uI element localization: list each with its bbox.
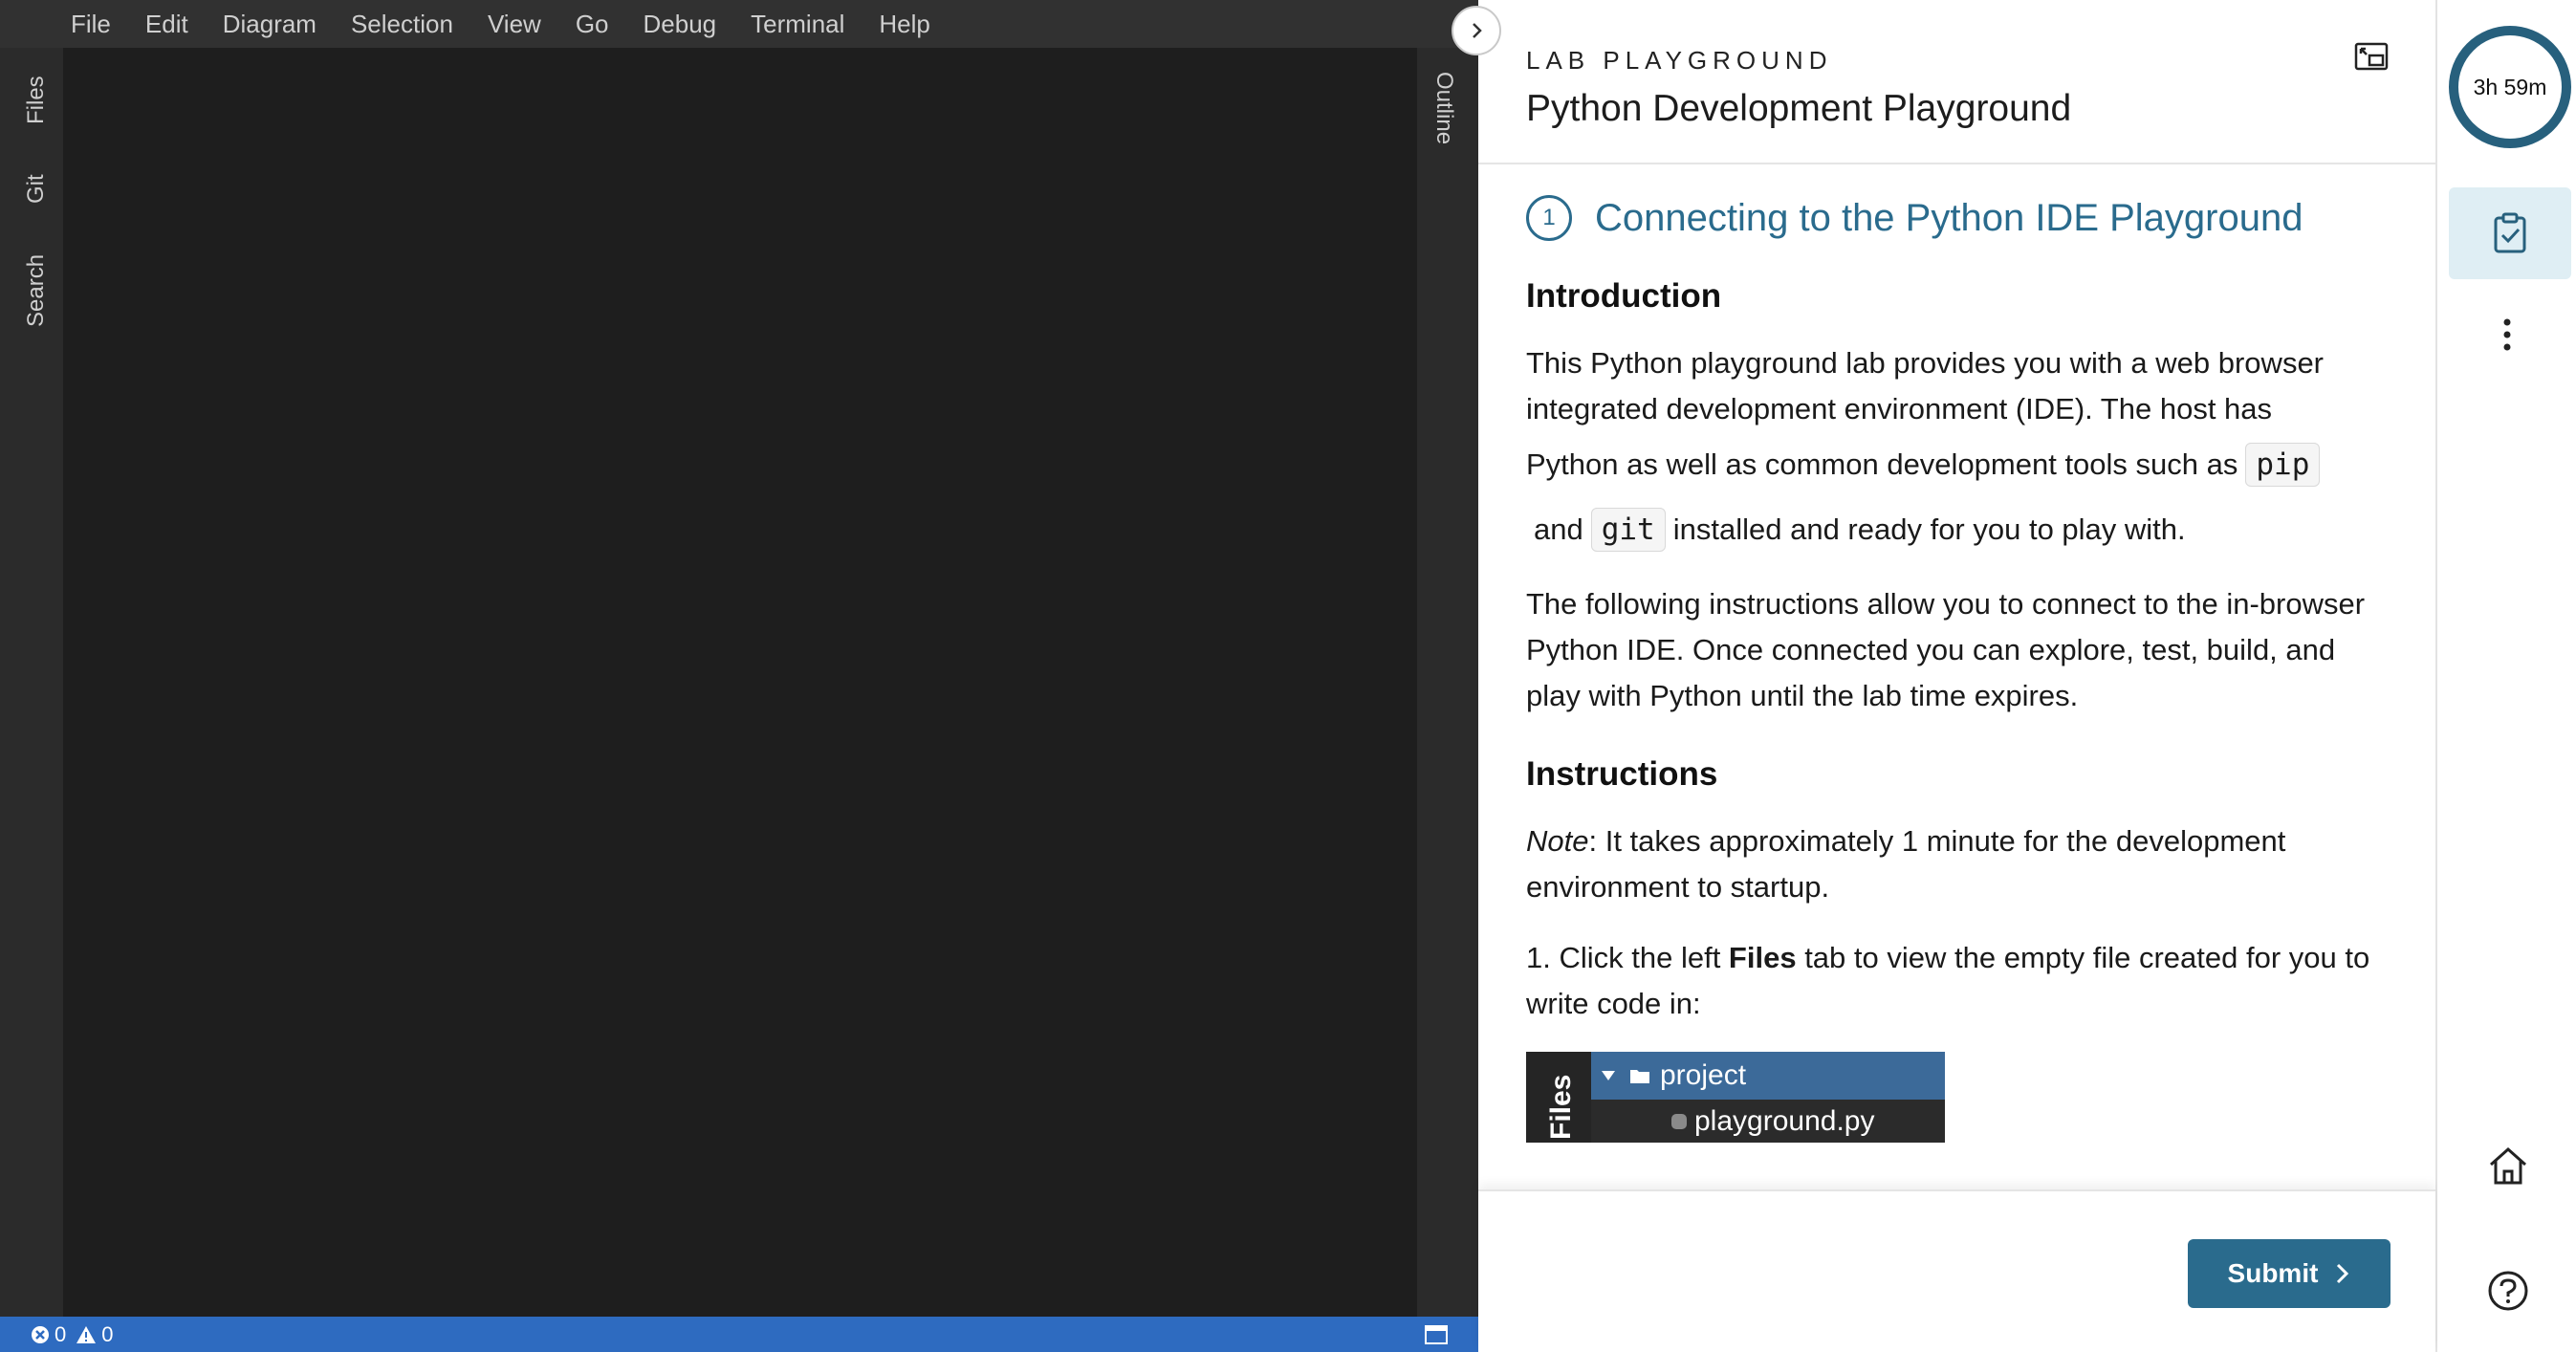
- introduction-heading: Introduction: [1526, 277, 1722, 315]
- chevron-right-icon: [1473, 23, 1482, 38]
- page-title: Python Development Playground: [1526, 88, 2072, 129]
- step-heading: 1 Connecting to the Python IDE Playgroun…: [1526, 195, 2388, 241]
- menu-debug[interactable]: Debug: [644, 10, 717, 39]
- warning-count[interactable]: 0: [76, 1321, 114, 1347]
- screenshot-files-label: Files: [1545, 1074, 1577, 1140]
- menu-edit[interactable]: Edit: [145, 10, 188, 39]
- tab-git[interactable]: Git: [23, 174, 50, 204]
- screenshot-file-row: playground.py: [1591, 1100, 1945, 1143]
- intro-paragraph-2: The following instructions allow you to …: [1526, 587, 2366, 712]
- intro-and: and: [1534, 512, 1583, 546]
- warning-icon: [76, 1325, 97, 1343]
- intro-line-3-row: Python as well as common development too…: [1526, 432, 2388, 497]
- screenshot-files-strip: Files: [1526, 1052, 1591, 1143]
- submit-label: Submit: [2227, 1258, 2319, 1288]
- right-rail: 3h 59m: [2437, 0, 2576, 1352]
- screenshot-file-name: playground.py: [1694, 1104, 1875, 1137]
- right-side-panel: [1417, 48, 1478, 1317]
- menu-diagram[interactable]: Diagram: [223, 10, 317, 39]
- ide-window: File Edit Diagram Selection View Go Debu…: [0, 0, 1478, 1352]
- intro-line-end: installed and ready for you to play with…: [1672, 512, 2186, 546]
- help-icon[interactable]: [2487, 1270, 2529, 1312]
- intro-line-3: Python as well as common development too…: [1526, 447, 2238, 481]
- code-pip: pip: [2245, 443, 2321, 487]
- intro-line-4-row: and git installed and ready for you to pla…: [1526, 497, 2388, 562]
- step1-bold: Files: [1728, 941, 1797, 974]
- menu-file[interactable]: File: [71, 10, 111, 39]
- menu-view[interactable]: View: [488, 10, 541, 39]
- lab-panel: LAB PLAYGROUND Python Development Playgr…: [1478, 0, 2437, 1352]
- more-options-button[interactable]: [2493, 316, 2521, 354]
- time-remaining-timer: 3h 59m: [2449, 26, 2571, 148]
- home-icon[interactable]: [2487, 1145, 2529, 1186]
- tab-files[interactable]: Files: [23, 76, 50, 124]
- screenshot-folder-name: project: [1660, 1059, 1747, 1091]
- step-number-badge: 1: [1526, 195, 1572, 241]
- instructions-heading: Instructions: [1526, 755, 1718, 793]
- intro-line-1: This Python playground lab provides you …: [1526, 346, 2325, 380]
- collapse-panel-button[interactable]: [1452, 6, 1501, 55]
- step1-paragraph: 1. Click the left Files tab to view the …: [1526, 935, 2388, 1027]
- note-text: : It takes approximately 1 minute for th…: [1526, 824, 2286, 904]
- note-paragraph: Note: It takes approximately 1 minute fo…: [1526, 818, 2388, 910]
- popout-icon[interactable]: [2354, 42, 2389, 71]
- left-side-panel: [0, 48, 63, 1317]
- error-icon: [32, 1325, 49, 1343]
- intro-paragraph: This Python playground lab provides you …: [1526, 340, 2388, 432]
- screenshot-project-row: project: [1591, 1052, 1945, 1100]
- lab-kicker: LAB PLAYGROUND: [1526, 46, 1833, 75]
- step1-pre: 1. Click the left: [1526, 941, 1729, 974]
- menu-help[interactable]: Help: [879, 10, 929, 39]
- lab-content[interactable]: 1 Connecting to the Python IDE Playgroun…: [1478, 166, 2435, 1189]
- status-bar: 0 0: [0, 1317, 1478, 1352]
- code-git: git: [1590, 508, 1666, 552]
- error-count-value: 0: [55, 1321, 67, 1346]
- clipboard-check-icon: [2494, 212, 2526, 253]
- tab-search[interactable]: Search: [23, 254, 50, 327]
- submit-button[interactable]: Submit: [2188, 1239, 2390, 1308]
- chevron-right-icon: [2337, 1263, 2349, 1284]
- vertical-dots-icon: [2503, 318, 2511, 351]
- caret-down-icon: [1602, 1071, 1615, 1080]
- panel-toggle-icon[interactable]: [1425, 1325, 1448, 1344]
- menu-bar: File Edit Diagram Selection View Go Debu…: [0, 0, 1478, 48]
- tasks-button[interactable]: [2449, 187, 2571, 279]
- python-file-icon: [1671, 1113, 1687, 1129]
- step-title: Connecting to the Python IDE Playground: [1595, 196, 2303, 239]
- files-tab-screenshot: Files project playground.py: [1526, 1052, 1945, 1143]
- lab-header: LAB PLAYGROUND Python Development Playgr…: [1478, 0, 2435, 164]
- menu-terminal[interactable]: Terminal: [751, 10, 844, 39]
- menu-go[interactable]: Go: [576, 10, 609, 39]
- tab-outline[interactable]: Outline: [1430, 72, 1457, 144]
- warning-count-value: 0: [101, 1321, 114, 1346]
- intro-line-2: integrated development environment (IDE)…: [1526, 392, 2273, 425]
- error-count[interactable]: 0: [31, 1322, 66, 1347]
- note-label: Note: [1526, 824, 1589, 858]
- lab-footer: Submit: [1478, 1189, 2435, 1352]
- menu-selection[interactable]: Selection: [351, 10, 453, 39]
- folder-icon: [1630, 1070, 1649, 1083]
- editor-area[interactable]: [63, 48, 1417, 1317]
